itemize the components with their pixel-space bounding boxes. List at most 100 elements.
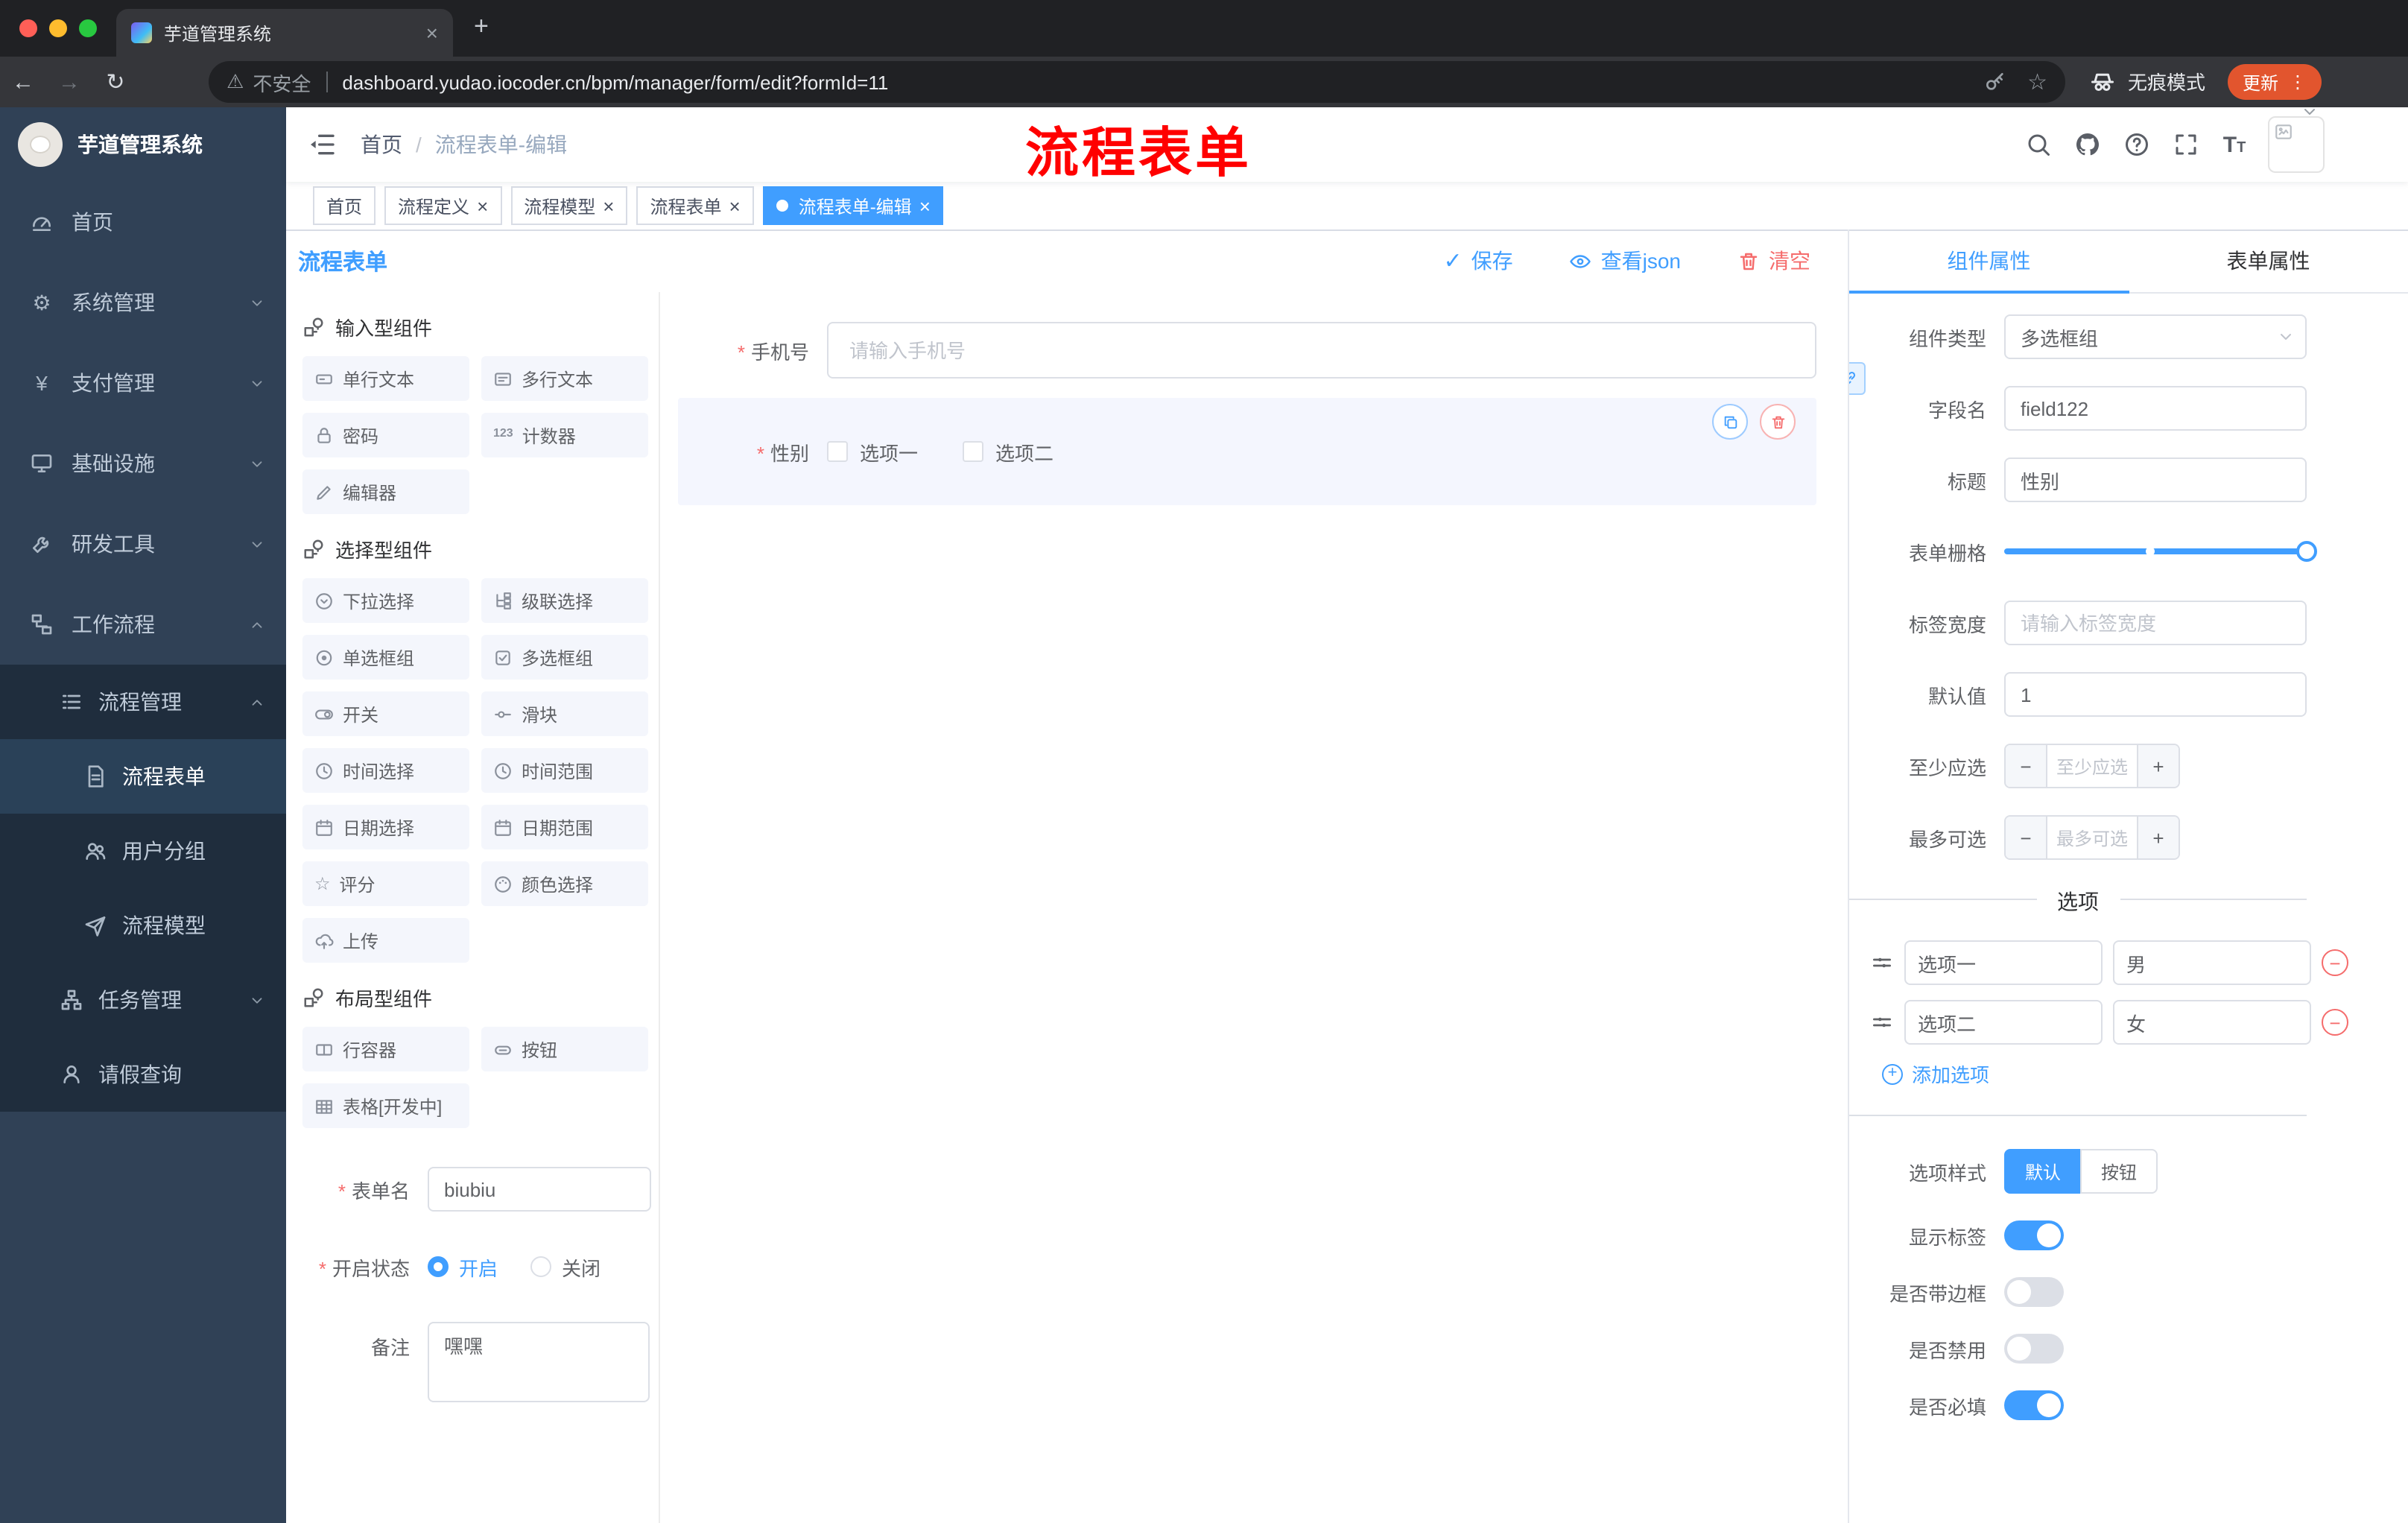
- tag-close-icon[interactable]: ×: [919, 196, 931, 215]
- remove-option-button[interactable]: −: [2322, 949, 2348, 976]
- delete-widget-button[interactable]: [1760, 404, 1796, 440]
- disabled-toggle[interactable]: [2004, 1334, 2064, 1364]
- palette-item-row-container[interactable]: 行容器: [302, 1027, 469, 1071]
- palette-item-upload[interactable]: 上传: [302, 918, 469, 963]
- reload-button[interactable]: ↻: [92, 69, 139, 95]
- sidebar-item-process-model[interactable]: 流程模型: [0, 888, 286, 963]
- style-default-button[interactable]: 默认: [2004, 1149, 2082, 1194]
- palette-item-multi-line-text[interactable]: 多行文本: [481, 356, 648, 401]
- canvas-field-gender-selected[interactable]: 性别 选项一 选项二: [678, 398, 1816, 505]
- drag-handle-icon[interactable]: [1870, 1010, 1894, 1034]
- form-grid-slider[interactable]: [2004, 529, 2317, 574]
- clear-button[interactable]: 清空: [1737, 246, 1810, 276]
- palette-item-select[interactable]: 下拉选择: [302, 578, 469, 623]
- palette-item-counter[interactable]: 123 计数器: [481, 413, 648, 457]
- slider-handle[interactable]: [2296, 541, 2317, 562]
- add-option-button[interactable]: + 添加选项: [1882, 1060, 2408, 1088]
- close-window-button[interactable]: [19, 19, 37, 37]
- increase-button[interactable]: +: [2137, 817, 2179, 858]
- status-on-radio[interactable]: 开启: [428, 1253, 498, 1281]
- style-button-button[interactable]: 按钮: [2080, 1149, 2158, 1194]
- palette-item-slider[interactable]: 滑块: [481, 691, 648, 736]
- border-toggle[interactable]: [2004, 1277, 2064, 1307]
- tag-close-icon[interactable]: ×: [603, 196, 614, 215]
- tag-home[interactable]: 首页: [313, 186, 376, 225]
- avatar-dropdown-caret-icon[interactable]: [2301, 103, 2319, 121]
- github-icon[interactable]: [2062, 107, 2111, 182]
- copy-widget-button[interactable]: [1712, 404, 1748, 440]
- sidebar-item-infrastructure[interactable]: 基础设施: [0, 423, 286, 504]
- phone-input[interactable]: [827, 322, 1816, 379]
- sidebar-item-leave-query[interactable]: 请假查询: [0, 1037, 286, 1112]
- form-name-input[interactable]: [428, 1167, 651, 1212]
- palette-item-time-picker[interactable]: 时间选择: [302, 748, 469, 793]
- sidebar-item-dev-tools[interactable]: 研发工具: [0, 504, 286, 584]
- palette-item-rate[interactable]: ☆ 评分: [302, 861, 469, 906]
- min-checked-value[interactable]: 至少应选: [2047, 745, 2137, 787]
- option-2-value-input[interactable]: [2113, 1000, 2311, 1045]
- option-2-name-input[interactable]: [1904, 1000, 2103, 1045]
- palette-item-switch[interactable]: 开关: [302, 691, 469, 736]
- sidebar-item-user-groups[interactable]: 用户分组: [0, 814, 286, 888]
- option-1-name-input[interactable]: [1904, 940, 2103, 985]
- link-handle[interactable]: [1849, 362, 1866, 395]
- view-json-button[interactable]: 查看json: [1570, 246, 1681, 276]
- palette-item-password[interactable]: 密码: [302, 413, 469, 457]
- canvas-field-phone[interactable]: 手机号: [678, 322, 1816, 379]
- decrease-button[interactable]: −: [2006, 745, 2047, 787]
- sidebar-item-process-form[interactable]: 流程表单: [0, 739, 286, 814]
- tag-close-icon[interactable]: ×: [729, 196, 741, 215]
- palette-item-radio-group[interactable]: 单选框组: [302, 635, 469, 680]
- palette-item-table[interactable]: 表格[开发中]: [302, 1083, 469, 1128]
- gender-option-1-checkbox[interactable]: 选项一: [827, 437, 918, 466]
- back-button[interactable]: ←: [0, 69, 46, 95]
- show-label-toggle[interactable]: [2004, 1220, 2064, 1250]
- breadcrumb-home[interactable]: 首页: [361, 130, 402, 159]
- status-off-radio[interactable]: 关闭: [530, 1253, 601, 1281]
- forward-button[interactable]: →: [46, 69, 92, 95]
- help-icon[interactable]: [2111, 107, 2161, 182]
- field-name-input[interactable]: [2004, 386, 2307, 431]
- drag-handle-icon[interactable]: [1870, 951, 1894, 975]
- sidebar-fold-icon[interactable]: [307, 130, 337, 159]
- palette-item-date-range[interactable]: 日期范围: [481, 805, 648, 849]
- sidebar-item-home[interactable]: 首页: [0, 182, 286, 262]
- required-toggle[interactable]: [2004, 1390, 2064, 1420]
- sidebar-item-task-management[interactable]: 任务管理: [0, 963, 286, 1037]
- sidebar-item-system[interactable]: ⚙ 系统管理: [0, 262, 286, 343]
- bookmark-star-icon[interactable]: ☆: [2027, 69, 2047, 95]
- tag-process-form-edit[interactable]: 流程表单-编辑 ×: [762, 186, 944, 225]
- palette-item-single-line-text[interactable]: 单行文本: [302, 356, 469, 401]
- palette-item-editor[interactable]: 编辑器: [302, 469, 469, 514]
- tag-close-icon[interactable]: ×: [477, 196, 488, 215]
- default-value-input[interactable]: [2004, 672, 2307, 717]
- palette-item-time-range[interactable]: 时间范围: [481, 748, 648, 793]
- sidebar-item-payment[interactable]: ¥ 支付管理: [0, 343, 286, 423]
- browser-update-button[interactable]: 更新 ⋮: [2227, 64, 2322, 100]
- gender-option-2-checkbox[interactable]: 选项二: [963, 437, 1054, 466]
- palette-item-cascader[interactable]: 级联选择: [481, 578, 648, 623]
- browser-tab[interactable]: 芋道管理系统 ×: [116, 9, 453, 57]
- increase-button[interactable]: +: [2137, 745, 2179, 787]
- url-bar[interactable]: ⚠ 不安全 dashboard.yudao.iocoder.cn/bpm/man…: [209, 61, 2065, 103]
- password-key-icon[interactable]: [1983, 70, 2006, 94]
- user-avatar[interactable]: [2268, 116, 2325, 173]
- title-input[interactable]: [2004, 457, 2307, 502]
- remove-option-button[interactable]: −: [2322, 1009, 2348, 1036]
- search-icon[interactable]: [2013, 107, 2062, 182]
- tag-process-definition[interactable]: 流程定义 ×: [384, 186, 502, 225]
- tab-form-props[interactable]: 表单属性: [2129, 229, 2408, 292]
- label-width-input[interactable]: [2004, 601, 2307, 645]
- tag-process-form[interactable]: 流程表单 ×: [636, 186, 754, 225]
- minimize-window-button[interactable]: [49, 19, 67, 37]
- save-button[interactable]: ✓ 保存: [1443, 246, 1512, 276]
- tab-close-icon[interactable]: ×: [426, 22, 438, 43]
- zoom-window-button[interactable]: [79, 19, 97, 37]
- sidebar-item-workflow[interactable]: 工作流程: [0, 584, 286, 665]
- palette-item-date-picker[interactable]: 日期选择: [302, 805, 469, 849]
- palette-item-checkbox-group[interactable]: 多选框组: [481, 635, 648, 680]
- tag-process-model[interactable]: 流程模型 ×: [510, 186, 628, 225]
- form-canvas[interactable]: 手机号: [660, 292, 1848, 1523]
- option-1-value-input[interactable]: [2113, 940, 2311, 985]
- palette-item-button[interactable]: 按钮: [481, 1027, 648, 1071]
